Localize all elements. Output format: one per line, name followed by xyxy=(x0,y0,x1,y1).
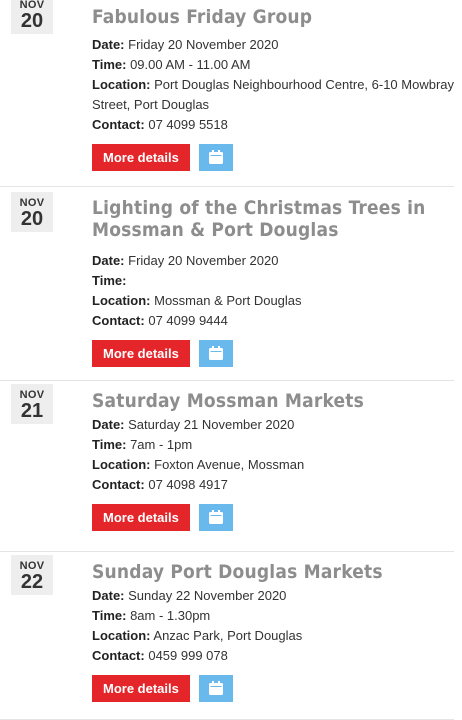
contact-value: 0459 999 078 xyxy=(148,648,228,663)
calendar-icon xyxy=(208,346,223,360)
date-label: Date: xyxy=(92,588,125,603)
event-content: Saturday Mossman Markets Date: Saturday … xyxy=(92,390,454,531)
add-to-calendar-button[interactable] xyxy=(198,504,233,531)
more-details-button[interactable]: More details xyxy=(92,504,190,531)
add-to-calendar-button[interactable] xyxy=(198,340,233,367)
time-value: 09.00 AM - 11.00 AM xyxy=(130,57,251,72)
event-date-badge: NOV 22 xyxy=(11,555,53,595)
event-date-badge: NOV 20 xyxy=(11,192,53,232)
date-value: Sunday 22 November 2020 xyxy=(128,588,287,603)
event-date-row: Date: Saturday 21 November 2020 xyxy=(92,415,454,435)
event-location-row: Location: Mossman & Port Douglas xyxy=(92,291,454,311)
event-actions: More details xyxy=(92,340,454,367)
date-label: Date: xyxy=(92,253,125,268)
event-time-row: Time: xyxy=(92,271,454,291)
location-label: Location: xyxy=(92,293,151,308)
event-actions: More details xyxy=(92,504,454,531)
contact-value: 07 4099 9444 xyxy=(148,313,228,328)
event-contact-row: Contact: 07 4098 4917 xyxy=(92,475,454,495)
calendar-icon xyxy=(208,681,223,695)
location-label: Location: xyxy=(92,457,151,472)
date-value: Friday 20 November 2020 xyxy=(128,37,279,52)
contact-label: Contact: xyxy=(92,313,145,328)
event-location-row: Location: Anzac Park, Port Douglas xyxy=(92,626,454,646)
event-item: NOV 20 Lighting of the Christmas Trees i… xyxy=(0,186,454,381)
event-date-row: Date: Sunday 22 November 2020 xyxy=(92,586,454,606)
location-value: Mossman & Port Douglas xyxy=(154,293,302,308)
event-location-row: Location: Foxton Avenue, Mossman xyxy=(92,455,454,475)
location-label: Location: xyxy=(92,77,151,92)
event-day: 21 xyxy=(20,400,44,422)
location-value: Foxton Avenue, Mossman xyxy=(154,457,305,472)
date-label: Date: xyxy=(92,37,125,52)
event-item: NOV 20 Fabulous Friday Group Date: Frida… xyxy=(0,0,454,187)
time-label: Time: xyxy=(92,608,127,623)
add-to-calendar-button[interactable] xyxy=(198,144,233,171)
contact-label: Contact: xyxy=(92,648,145,663)
event-actions: More details xyxy=(92,675,454,702)
event-item: NOV 21 Saturday Mossman Markets Date: Sa… xyxy=(0,380,454,552)
calendar-icon xyxy=(208,150,223,164)
time-label: Time: xyxy=(92,57,127,72)
event-date-row: Date: Friday 20 November 2020 xyxy=(92,251,454,271)
event-details: Date: Sunday 22 November 2020 Time: 8am … xyxy=(92,586,454,666)
contact-value: 07 4099 5518 xyxy=(148,117,228,132)
event-day: 22 xyxy=(20,571,44,593)
event-time-row: Time: 7am - 1pm xyxy=(92,435,454,455)
location-label: Location: xyxy=(92,628,151,643)
event-contact-row: Contact: 07 4099 5518 xyxy=(92,115,454,135)
calendar-icon xyxy=(208,510,223,524)
event-details: Date: Saturday 21 November 2020 Time: 7a… xyxy=(92,415,454,495)
event-details: Date: Friday 20 November 2020 Time: Loca… xyxy=(92,251,454,331)
event-date-badge: NOV 21 xyxy=(11,384,53,424)
contact-value: 07 4098 4917 xyxy=(148,477,228,492)
time-value: 7am - 1pm xyxy=(130,437,193,452)
contact-label: Contact: xyxy=(92,117,145,132)
event-content: Fabulous Friday Group Date: Friday 20 No… xyxy=(92,6,454,171)
more-details-button[interactable]: More details xyxy=(92,675,190,702)
event-time-row: Time: 09.00 AM - 11.00 AM xyxy=(92,55,454,75)
event-title[interactable]: Saturday Mossman Markets xyxy=(92,390,454,412)
date-label: Date: xyxy=(92,417,125,432)
event-contact-row: Contact: 07 4099 9444 xyxy=(92,311,454,331)
event-item: NOV 22 Sunday Port Douglas Markets Date:… xyxy=(0,551,454,720)
more-details-button[interactable]: More details xyxy=(92,340,190,367)
event-date-row: Date: Friday 20 November 2020 xyxy=(92,35,454,55)
date-value: Friday 20 November 2020 xyxy=(128,253,279,268)
event-location-row: Location: Port Douglas Neighbourhood Cen… xyxy=(92,75,454,115)
event-day: 20 xyxy=(20,10,44,32)
event-actions: More details xyxy=(92,144,454,171)
event-content: Sunday Port Douglas Markets Date: Sunday… xyxy=(92,561,454,702)
event-date-badge: NOV 20 xyxy=(11,0,53,34)
add-to-calendar-button[interactable] xyxy=(198,675,233,702)
event-contact-row: Contact: 0459 999 078 xyxy=(92,646,454,666)
time-label: Time: xyxy=(92,273,127,288)
event-title[interactable]: Lighting of the Christmas Trees in Mossm… xyxy=(92,197,454,241)
time-value: 8am - 1.30pm xyxy=(130,608,211,623)
event-details: Date: Friday 20 November 2020 Time: 09.0… xyxy=(92,35,454,135)
contact-label: Contact: xyxy=(92,477,145,492)
location-value: Anzac Park, Port Douglas xyxy=(153,628,303,643)
event-content: Lighting of the Christmas Trees in Mossm… xyxy=(92,197,454,367)
more-details-button[interactable]: More details xyxy=(92,144,190,171)
time-label: Time: xyxy=(92,437,127,452)
event-time-row: Time: 8am - 1.30pm xyxy=(92,606,454,626)
event-title[interactable]: Sunday Port Douglas Markets xyxy=(92,561,454,583)
date-value: Saturday 21 November 2020 xyxy=(128,417,295,432)
event-title[interactable]: Fabulous Friday Group xyxy=(92,6,454,28)
event-day: 20 xyxy=(20,208,44,230)
